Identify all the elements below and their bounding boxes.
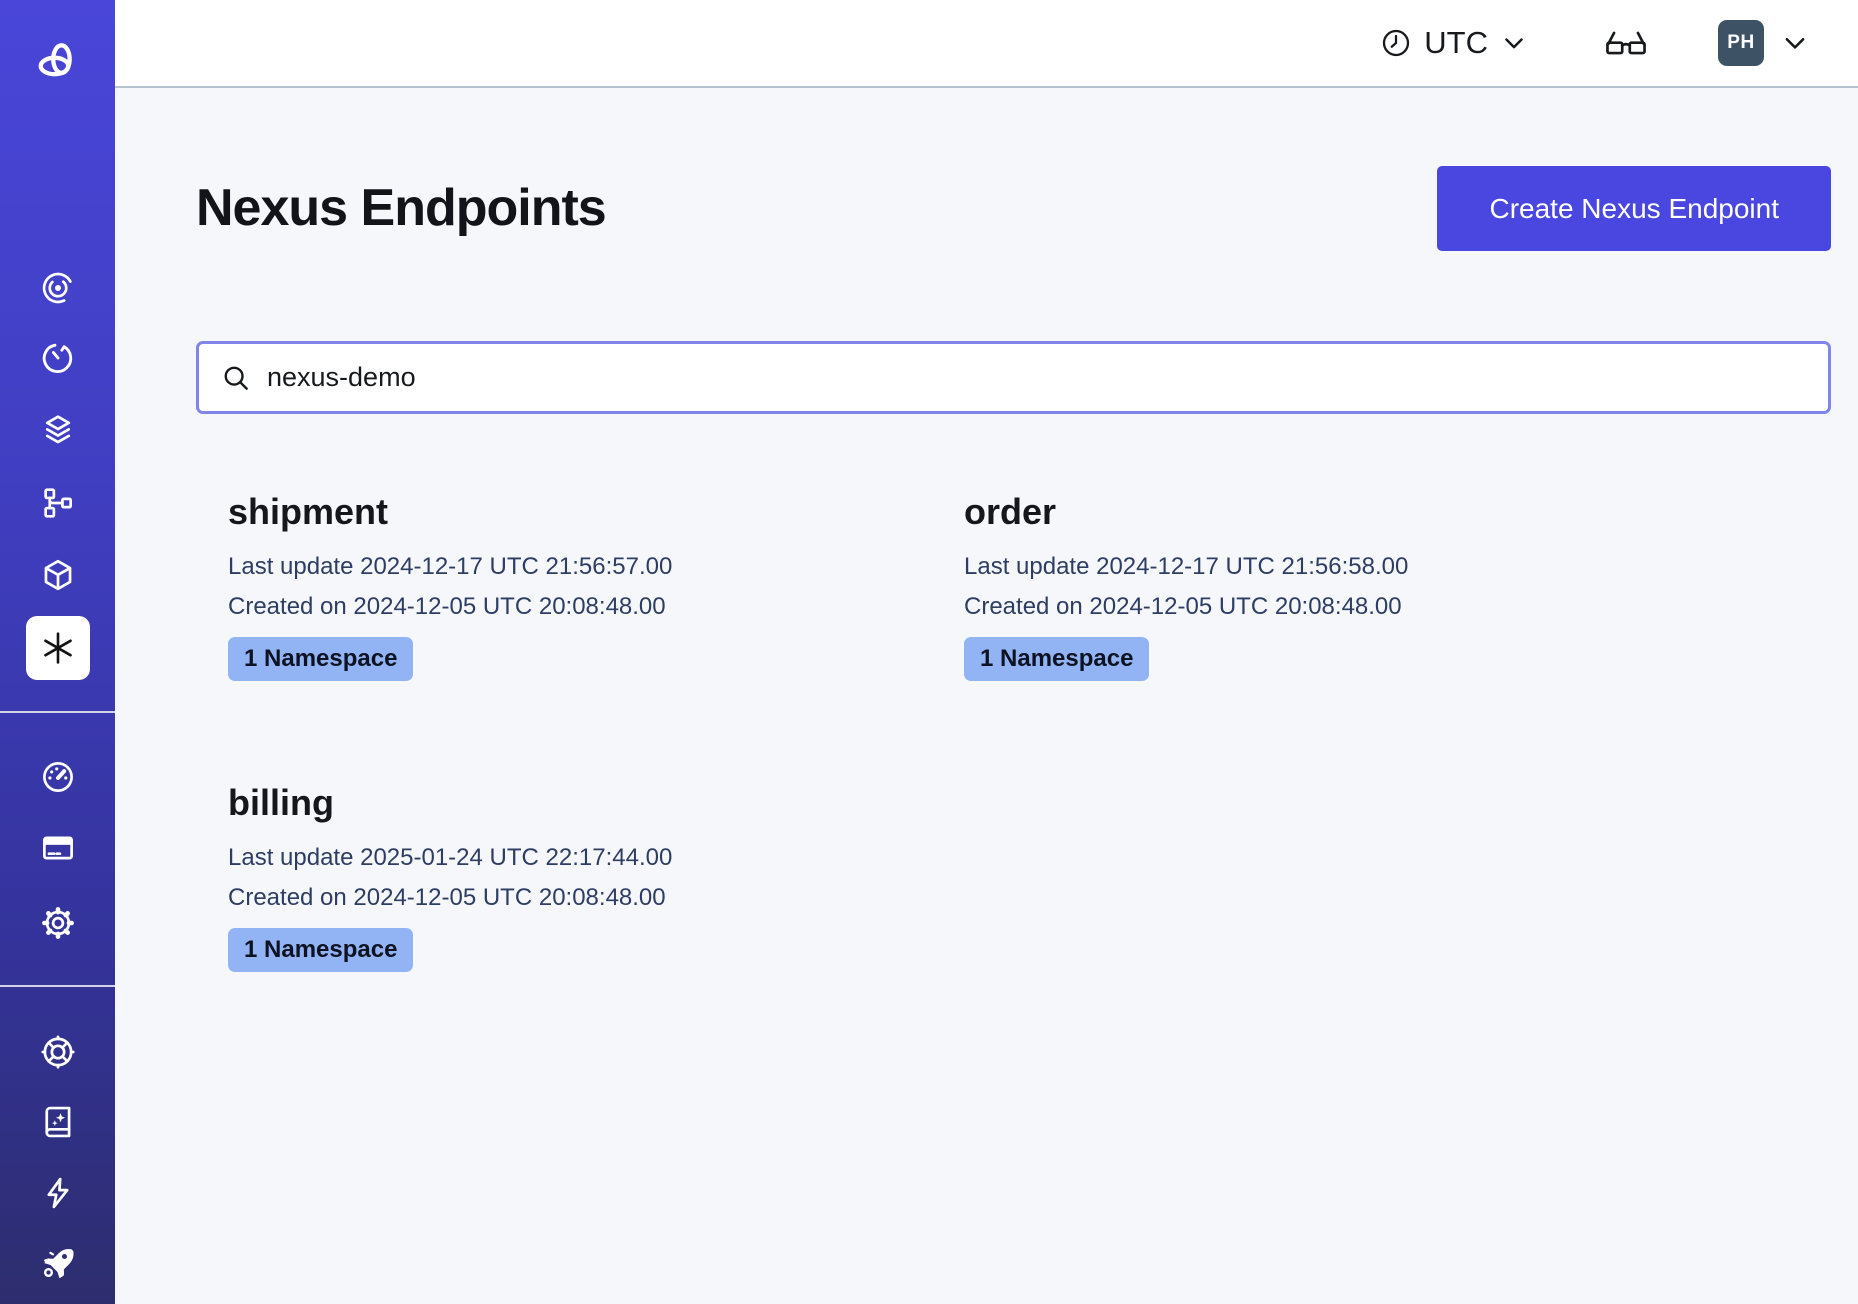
sidebar-item-credit-card[interactable] xyxy=(34,824,82,872)
top-header: UTC PH xyxy=(115,0,1858,88)
gauge-icon xyxy=(39,758,77,796)
namespace-badge: 1 Namespace xyxy=(964,637,1149,681)
glasses-icon xyxy=(1604,28,1648,58)
search-bar xyxy=(196,341,1831,414)
page-title: Nexus Endpoints xyxy=(196,179,606,239)
sidebar-item-cube[interactable] xyxy=(34,551,82,599)
sidebar-item-layers[interactable] xyxy=(34,406,82,454)
sidebar-item-clock-timer[interactable] xyxy=(34,334,82,382)
timezone-selector[interactable]: UTC xyxy=(1380,25,1528,61)
create-nexus-endpoint-button[interactable]: Create Nexus Endpoint xyxy=(1437,166,1831,251)
gear-icon xyxy=(39,904,77,942)
sidebar-divider xyxy=(0,711,115,713)
endpoint-last-update: Last update 2024-12-17 UTC 21:56:58.00 xyxy=(964,547,1831,587)
sidebar-item-nexus[interactable] xyxy=(26,616,90,680)
endpoint-last-update: Last update 2024-12-17 UTC 21:56:57.00 xyxy=(228,547,932,587)
sidebar xyxy=(0,0,115,1304)
endpoint-card-shipment[interactable]: shipment Last update 2024-12-17 UTC 21:5… xyxy=(196,490,932,681)
sidebar-item-workflow-graph[interactable] xyxy=(34,479,82,527)
endpoint-list: shipment Last update 2024-12-17 UTC 21:5… xyxy=(196,490,1831,972)
concentric-arcs-icon xyxy=(39,269,77,307)
sidebar-item-rocket[interactable] xyxy=(34,1239,82,1287)
lightning-bolt-icon xyxy=(39,1174,77,1212)
endpoint-name: order xyxy=(964,490,1831,533)
namespace-badge: 1 Namespace xyxy=(228,637,413,681)
endpoint-created-on: Created on 2024-12-05 UTC 20:08:48.00 xyxy=(228,587,932,627)
rocket-icon xyxy=(39,1244,77,1282)
sidebar-divider xyxy=(0,985,115,987)
namespace-badge: 1 Namespace xyxy=(228,928,413,972)
endpoint-last-update: Last update 2025-01-24 UTC 22:17:44.00 xyxy=(228,838,932,878)
endpoint-name: shipment xyxy=(228,490,932,533)
clock-timer-icon xyxy=(39,339,77,377)
avatar[interactable]: PH xyxy=(1718,20,1764,66)
endpoint-card-billing[interactable]: billing Last update 2025-01-24 UTC 22:17… xyxy=(196,781,932,972)
sidebar-item-book-sparkle[interactable] xyxy=(34,1098,82,1146)
endpoint-name: billing xyxy=(228,781,932,824)
chevron-down-icon xyxy=(1780,28,1810,58)
timezone-label: UTC xyxy=(1424,25,1488,61)
layers-icon xyxy=(39,411,77,449)
sidebar-item-life-ring[interactable] xyxy=(34,1028,82,1076)
sidebar-item-concentric-arcs[interactable] xyxy=(34,264,82,312)
chevron-down-icon xyxy=(1500,29,1528,57)
credit-card-icon xyxy=(39,829,77,867)
sidebar-item-gauge[interactable] xyxy=(34,753,82,801)
life-ring-icon xyxy=(39,1033,77,1071)
sidebar-logo[interactable] xyxy=(34,40,82,88)
sidebar-item-lightning[interactable] xyxy=(34,1169,82,1217)
page-content: Nexus Endpoints Create Nexus Endpoint sh… xyxy=(115,88,1858,1304)
search-input[interactable] xyxy=(265,361,1806,394)
endpoint-card-order[interactable]: order Last update 2024-12-17 UTC 21:56:5… xyxy=(932,490,1831,681)
temporal-logo-icon xyxy=(35,41,81,87)
asterisk-nexus-icon xyxy=(38,628,78,668)
book-sparkle-icon xyxy=(39,1103,77,1141)
account-menu-button[interactable] xyxy=(1780,28,1810,58)
read-only-glasses-button[interactable] xyxy=(1604,28,1648,58)
workflow-graph-icon xyxy=(39,484,77,522)
sidebar-item-gear[interactable] xyxy=(34,899,82,947)
cube-icon xyxy=(39,556,77,594)
main-area: UTC PH Nexus Endpoints Create Nexus En xyxy=(115,0,1858,1304)
clock-icon xyxy=(1380,27,1412,59)
endpoint-created-on: Created on 2024-12-05 UTC 20:08:48.00 xyxy=(964,587,1831,627)
search-icon xyxy=(221,363,251,393)
endpoint-created-on: Created on 2024-12-05 UTC 20:08:48.00 xyxy=(228,878,932,918)
